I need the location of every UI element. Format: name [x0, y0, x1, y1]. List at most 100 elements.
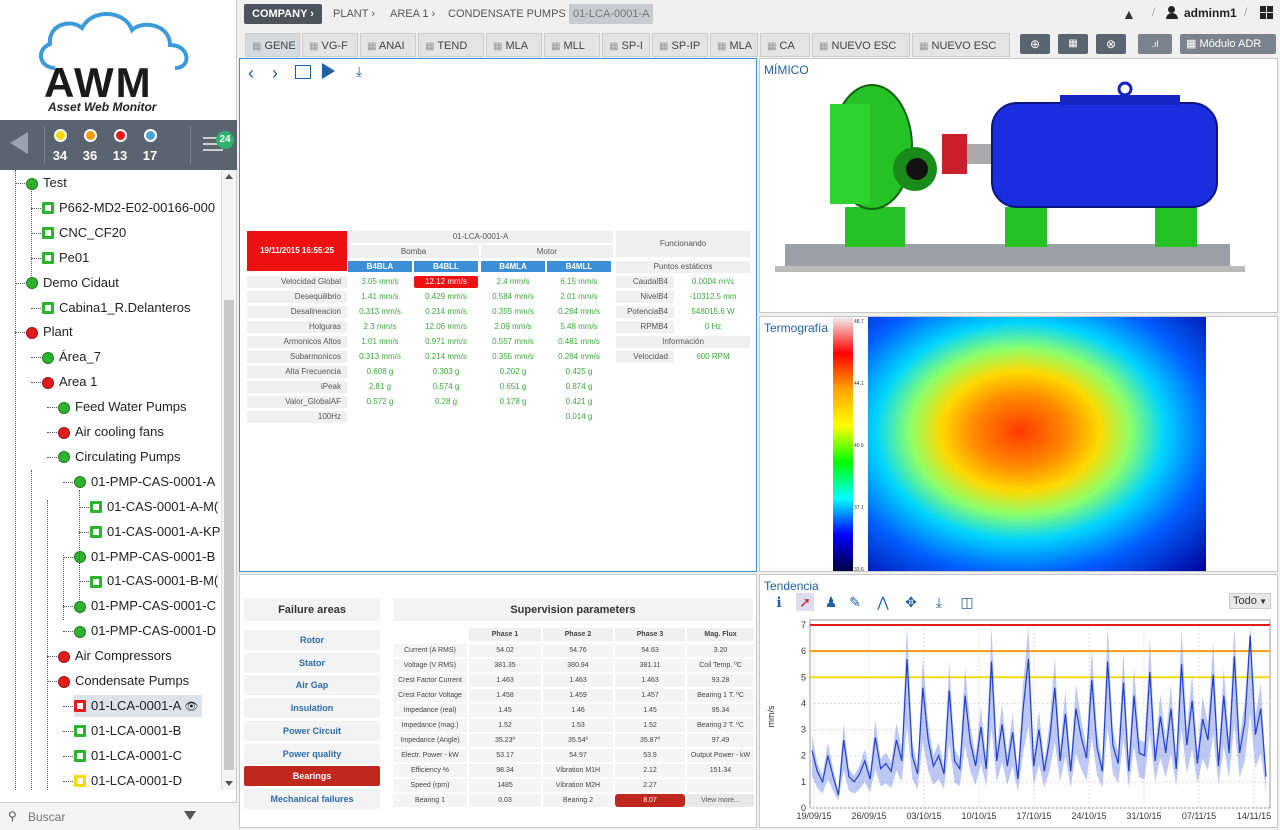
tree-node[interactable]: 01-PMP-CAS-0001-C — [74, 595, 216, 617]
tree-node[interactable]: 01-LCA-0001-C — [74, 745, 182, 767]
supervision-cell: Output Power - kW — [687, 749, 754, 762]
failure-area-item[interactable]: Mechanical failures — [244, 788, 380, 809]
status-dot[interactable] — [144, 129, 157, 142]
export-icon[interactable]: ⤓ — [356, 63, 362, 80]
supervision-cell: 1.46 — [543, 704, 613, 717]
tree-node[interactable]: Condensate Pumps — [58, 670, 189, 692]
close-tab-icon[interactable]: ⊗ — [1096, 34, 1126, 54]
tab[interactable]: ▦ MLL — [544, 33, 600, 57]
value-cell: 0.214 mm/s — [425, 352, 467, 361]
grid-view-icon[interactable]: ▦ — [1058, 34, 1088, 54]
tree-node[interactable]: 01-LCA-0001-D — [74, 770, 182, 790]
y-tick-label: 7 — [801, 620, 806, 630]
search-input[interactable] — [28, 807, 173, 827]
y-tick-label: 6 — [801, 646, 806, 656]
failure-area-item[interactable]: Stator — [244, 652, 380, 673]
tree-scrollbar[interactable] — [221, 170, 236, 790]
y-tick-label: 2 — [801, 751, 806, 761]
filter-icon[interactable] — [184, 811, 196, 820]
supervision-cell: 1.463 — [615, 674, 685, 687]
tab[interactable]: ▦ NUEVO ESC — [912, 33, 1010, 57]
tab[interactable]: ▦ SP-IP — [652, 33, 708, 57]
status-dot[interactable] — [84, 129, 97, 142]
tree-node[interactable]: P662-MD2-E02-00166-000 — [42, 197, 215, 219]
supervision-cell: Speed (rpm) — [393, 779, 467, 792]
tree-node-label: 01-LCA-0001-B — [91, 722, 182, 738]
supervision-cell: 2.27 — [615, 779, 685, 792]
thermal-scale-label: 40.6 — [854, 443, 864, 449]
tree-node[interactable]: 01-CAS-0001-A-KP — [90, 521, 220, 543]
tree-node-label: Circulating Pumps — [75, 448, 181, 464]
tree-node[interactable]: CNC_CF20 — [42, 222, 126, 244]
sidebar: AWM Asset Web Monitor 24 34 36 13 17 Test P6… — [0, 0, 237, 830]
tab[interactable]: ▦ SP-I — [602, 33, 650, 57]
tree-node[interactable]: 01-CAS-0001-B-M( — [90, 570, 218, 592]
tree-node[interactable]: Air Compressors — [58, 645, 172, 667]
tab[interactable]: ▦ GENE — [245, 33, 300, 57]
value-cell: 0.874 g — [565, 382, 593, 391]
failure-area-item[interactable]: Bearings — [244, 766, 380, 787]
tree-node[interactable]: Área_7 — [42, 346, 101, 368]
status-count: 34 — [52, 148, 68, 163]
eye-icon[interactable]: 👁 — [181, 701, 198, 713]
tree-node[interactable]: Cabina1_R.Delanteros — [42, 297, 191, 319]
signal-icon[interactable]: .ıl — [1138, 34, 1172, 54]
add-tab-icon[interactable]: ⊕ — [1020, 34, 1050, 54]
group-status-icon — [26, 177, 38, 190]
breadcrumb-plant[interactable]: PLANT › — [333, 4, 375, 24]
tree-node[interactable]: Area 1 — [42, 371, 97, 393]
status-dot[interactable] — [54, 129, 67, 142]
view-more-button[interactable]: View more... — [687, 794, 754, 807]
tab[interactable]: ▦ NUEVO ESC — [812, 33, 910, 57]
settings-icon[interactable] — [295, 65, 311, 79]
general-panel: ‹ › ⤓ 19/11/2015 16:55:25 01-LCA-0001-A Bo… — [239, 58, 757, 572]
tree-node[interactable]: Demo Cidaut — [26, 272, 119, 294]
supervision-cell: Current (A RMS) — [393, 644, 467, 657]
tree-node[interactable]: 01-PMP-CAS-0001-A — [74, 471, 215, 493]
tab[interactable]: ▦ MLA — [486, 33, 542, 57]
supervision-cell: 1.458 — [469, 689, 541, 702]
collapse-sidebar-icon[interactable] — [10, 132, 28, 154]
tab[interactable]: ▦ MLA — [710, 33, 758, 57]
failure-area-item[interactable]: Power quality — [244, 743, 380, 764]
tree-node[interactable]: Circulating Pumps — [58, 446, 181, 468]
tree-node[interactable]: Feed Water Pumps — [58, 396, 187, 418]
failure-area-item[interactable]: Insulation — [244, 698, 380, 719]
failure-area-item[interactable]: Air Gap — [244, 675, 380, 696]
supervision-cell: Impedance (Angle) — [393, 734, 467, 747]
tree-node[interactable]: 01-PMP-CAS-0001-B — [74, 546, 215, 568]
prev-icon[interactable]: ‹ — [248, 63, 254, 84]
next-icon[interactable]: › — [272, 63, 278, 84]
username[interactable]: adminm1 — [1184, 6, 1237, 20]
value-cell: 0.481 mm/s — [558, 337, 600, 346]
tree-node[interactable]: 01-PMP-CAS-0001-D — [74, 620, 216, 642]
notification-icon[interactable]: ▲ — [1122, 6, 1136, 22]
tree-node[interactable]: Pe01 — [42, 247, 89, 269]
value-cell: 0.608 g — [366, 367, 394, 376]
failure-area-item[interactable]: Power Circuit — [244, 720, 380, 741]
y-tick-label: 5 — [801, 672, 806, 682]
tab[interactable]: ▦ TEND — [418, 33, 484, 57]
supervision-cell: 35.23º — [469, 734, 541, 747]
static-value: 548015.6 W — [691, 307, 735, 316]
sensor-header: B4MLL — [547, 261, 611, 272]
group-status-icon — [58, 426, 70, 439]
breadcrumb-condensate-pumps[interactable]: CONDENSATE PUMPS › — [448, 4, 573, 24]
breadcrumb-company[interactable]: COMPANY › — [244, 4, 322, 24]
status-dot[interactable] — [114, 129, 127, 142]
module-adr-button[interactable]: ▦ Módulo ADR — [1180, 34, 1276, 54]
tree-node[interactable]: Test — [26, 172, 67, 194]
failure-area-item[interactable]: Rotor — [244, 630, 380, 650]
tab[interactable]: ▦ CA — [760, 33, 810, 57]
tab[interactable]: ▦ ANAI — [360, 33, 416, 57]
tree-node[interactable]: 01-CAS-0001-A-M( — [90, 496, 218, 518]
tree-node[interactable]: Plant — [26, 321, 73, 343]
breadcrumb-asset[interactable]: 01-LCA-0001-A — [569, 4, 654, 24]
tree-node[interactable]: 01-LCA-0001-B — [74, 720, 181, 742]
tree-node[interactable]: 01-LCA-0001-A 👁 — [74, 694, 203, 717]
tab[interactable]: ▦ VG-F — [302, 33, 358, 57]
tree-node[interactable]: Air cooling fans — [58, 421, 164, 443]
play-icon[interactable] — [322, 63, 335, 79]
breadcrumb-area[interactable]: AREA 1 › — [390, 4, 435, 24]
apps-grid-icon[interactable] — [1260, 6, 1273, 19]
